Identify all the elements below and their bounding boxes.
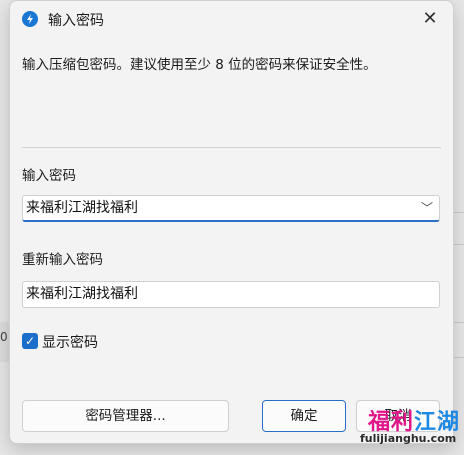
divider [22,147,441,148]
close-button[interactable]: ✕ [417,7,443,31]
show-password-label: 显示密码 [42,335,98,351]
ok-button[interactable]: 确定 [262,400,346,432]
confirm-password-input[interactable]: 来福利江湖找福利 [22,281,440,308]
close-icon: ✕ [422,8,438,29]
title-bar: 输入密码 ✕ [10,1,453,37]
chevron-down-icon[interactable]: ﹀ [421,196,433,221]
confirm-password-value: 来福利江湖找福利 [26,286,138,302]
password-label: 输入密码 [22,168,76,184]
show-password-checkbox[interactable]: ✓ [22,333,38,349]
dialog-description: 输入压缩包密码。建议使用至少 8 位的密码来保证安全性。 [22,57,377,73]
password-input-value: 来福利江湖找福利 [26,200,138,216]
password-manager-button[interactable]: 密码管理器... [22,400,229,432]
password-input[interactable]: 来福利江湖找福利 ﹀ [22,195,440,222]
cancel-button[interactable]: 取消 [356,400,440,432]
background-text: 0 [0,330,8,344]
app-logo-icon [22,11,38,27]
confirm-password-label: 重新输入密码 [22,252,103,268]
dialog-title: 输入密码 [48,13,104,29]
password-dialog: 输入密码 ✕ 输入压缩包密码。建议使用至少 8 位的密码来保证安全性。 输入密码… [9,0,454,444]
